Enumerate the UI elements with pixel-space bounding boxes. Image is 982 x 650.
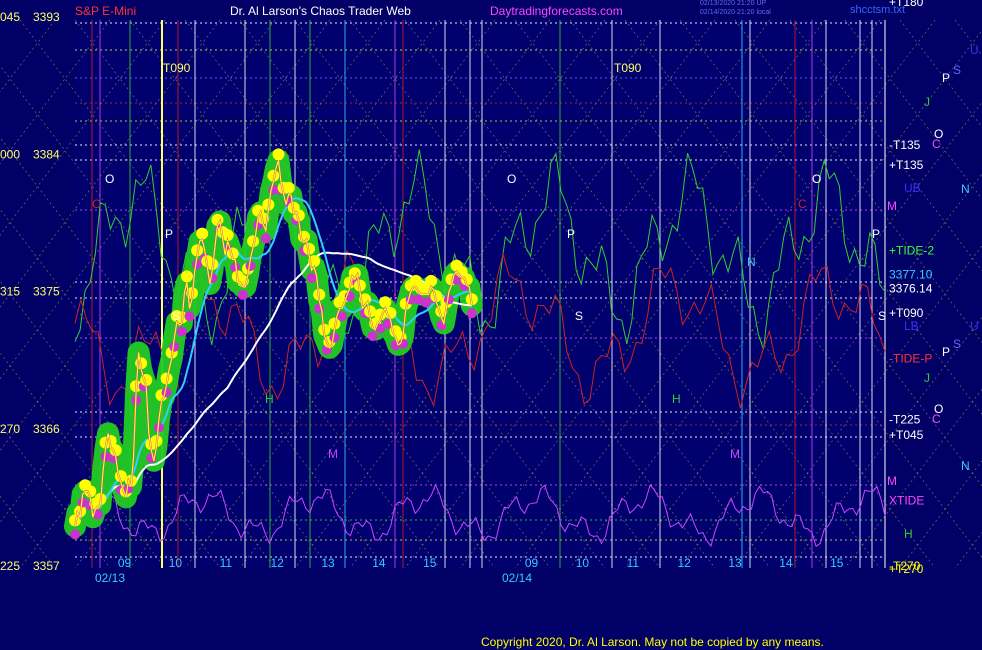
level-label: +T045 — [889, 428, 924, 442]
x-tick-label: 13 — [321, 556, 335, 570]
marker-letter: T090 — [163, 61, 191, 75]
level-label: +T135 — [889, 158, 924, 172]
copyright-notice: Copyright 2020, Dr. Al Larson. May not b… — [481, 635, 824, 649]
marker-letter: O — [507, 172, 516, 186]
marker-letter: H — [672, 392, 681, 406]
high-dot — [425, 274, 438, 287]
high-dot — [180, 270, 193, 283]
page-title: Dr. Al Larson's Chaos Trader Web — [230, 4, 411, 18]
chaos-chart: 045 3393 000 3384 315 3375 270 3366 225 3357 09 10 1… — [0, 0, 982, 650]
x-tick-label: 11 — [220, 556, 233, 570]
high-dot — [272, 148, 285, 161]
x-tick-label: 12 — [678, 556, 692, 570]
x-tick-label: 10 — [169, 556, 183, 570]
low-dot — [306, 273, 317, 284]
marker-letter: S — [172, 309, 180, 323]
side-marker: N — [961, 182, 970, 196]
side-marker: M — [887, 474, 897, 488]
side-marker: C — [932, 412, 941, 426]
marker-letter: O — [812, 172, 821, 186]
y-tick-label-price: 3375 — [33, 285, 60, 299]
date-label: 02/13 — [95, 571, 125, 585]
y-tick-label-left: 225 — [0, 559, 20, 573]
timestamp-2: 02/14/2020 21:20 local — [700, 9, 771, 16]
y-tick-label-left: 000 — [0, 147, 20, 161]
x-tick-label: 14 — [779, 556, 793, 570]
side-marker: U — [970, 43, 979, 57]
marker-letter: P — [872, 227, 880, 241]
level-label: XTIDE — [889, 493, 924, 507]
x-tick-label: 09 — [525, 556, 539, 570]
marker-letter: M — [328, 447, 338, 461]
source-file: shcctsm.txt — [850, 4, 906, 16]
low-dot — [367, 331, 378, 342]
side-marker: LB — [904, 319, 919, 333]
y-tick-label-price: 3366 — [33, 422, 60, 436]
level-label: +T270 — [889, 562, 924, 576]
low-dot — [466, 308, 477, 319]
side-marker: N — [961, 459, 970, 473]
y-tick-label-left: 270 — [0, 422, 20, 436]
level-label: 3377.10 — [889, 268, 933, 282]
x-tick-label: 15 — [423, 556, 437, 570]
side-marker: J — [924, 371, 930, 385]
marker-letter: T090 — [614, 61, 642, 75]
marker-letter: S — [878, 309, 886, 323]
date-label: 02/14 — [502, 571, 532, 585]
side-marker: P — [942, 345, 950, 359]
side-marker: U — [970, 319, 979, 333]
marker-letter: N — [747, 255, 756, 269]
x-tick-label: 12 — [271, 556, 285, 570]
instrument-title: S&P E-Mini — [75, 4, 137, 18]
level-label: +TIDE-2 — [889, 243, 934, 257]
x-tick-label: 10 — [576, 556, 590, 570]
x-tick-label: 15 — [830, 556, 844, 570]
timestamp-1: 02/13/2020 21:20 UP — [700, 0, 767, 7]
x-tick-label: 14 — [372, 556, 386, 570]
level-label: +T090 — [889, 306, 924, 320]
low-dot — [176, 326, 187, 337]
low-dot — [184, 311, 195, 322]
side-marker: J — [924, 95, 930, 109]
y-tick-label-left: 315 — [0, 285, 20, 299]
side-marker: M — [887, 199, 897, 213]
level-label: 3376.14 — [889, 281, 933, 295]
low-dot — [70, 529, 80, 540]
x-tick-label: 09 — [118, 556, 132, 570]
level-label: -TIDE-P — [889, 352, 932, 366]
y-tick-label-price: 3357 — [33, 559, 60, 573]
side-marker: H — [904, 527, 913, 541]
y-tick-label-price: 3384 — [33, 147, 60, 161]
low-dot — [260, 233, 271, 244]
marker-letter: H — [265, 392, 274, 406]
low-dot — [237, 289, 248, 300]
marker-letter: O — [105, 172, 114, 186]
marker-letter: P — [567, 227, 575, 241]
high-dot — [196, 227, 209, 240]
marker-letter: C — [92, 197, 101, 211]
y-tick-label-left: 045 — [0, 10, 20, 24]
marker-letter: C — [798, 197, 807, 211]
high-dot — [282, 181, 295, 194]
x-tick-label: 11 — [627, 556, 640, 570]
level-label: -T135 — [889, 138, 921, 152]
marker-letter: S — [575, 309, 583, 323]
side-marker: P — [942, 71, 950, 85]
marker-letter: M — [730, 447, 740, 461]
side-marker: UB — [904, 181, 921, 195]
site-link[interactable]: Daytradingforecasts.com — [490, 4, 623, 18]
side-marker: S — [953, 337, 961, 351]
y-tick-label-price: 3393 — [33, 10, 60, 24]
marker-letter: P — [165, 227, 173, 241]
level-label: -T225 — [889, 413, 921, 427]
side-marker: S — [953, 63, 961, 77]
x-tick-label: 13 — [728, 556, 742, 570]
side-marker: C — [932, 137, 941, 151]
